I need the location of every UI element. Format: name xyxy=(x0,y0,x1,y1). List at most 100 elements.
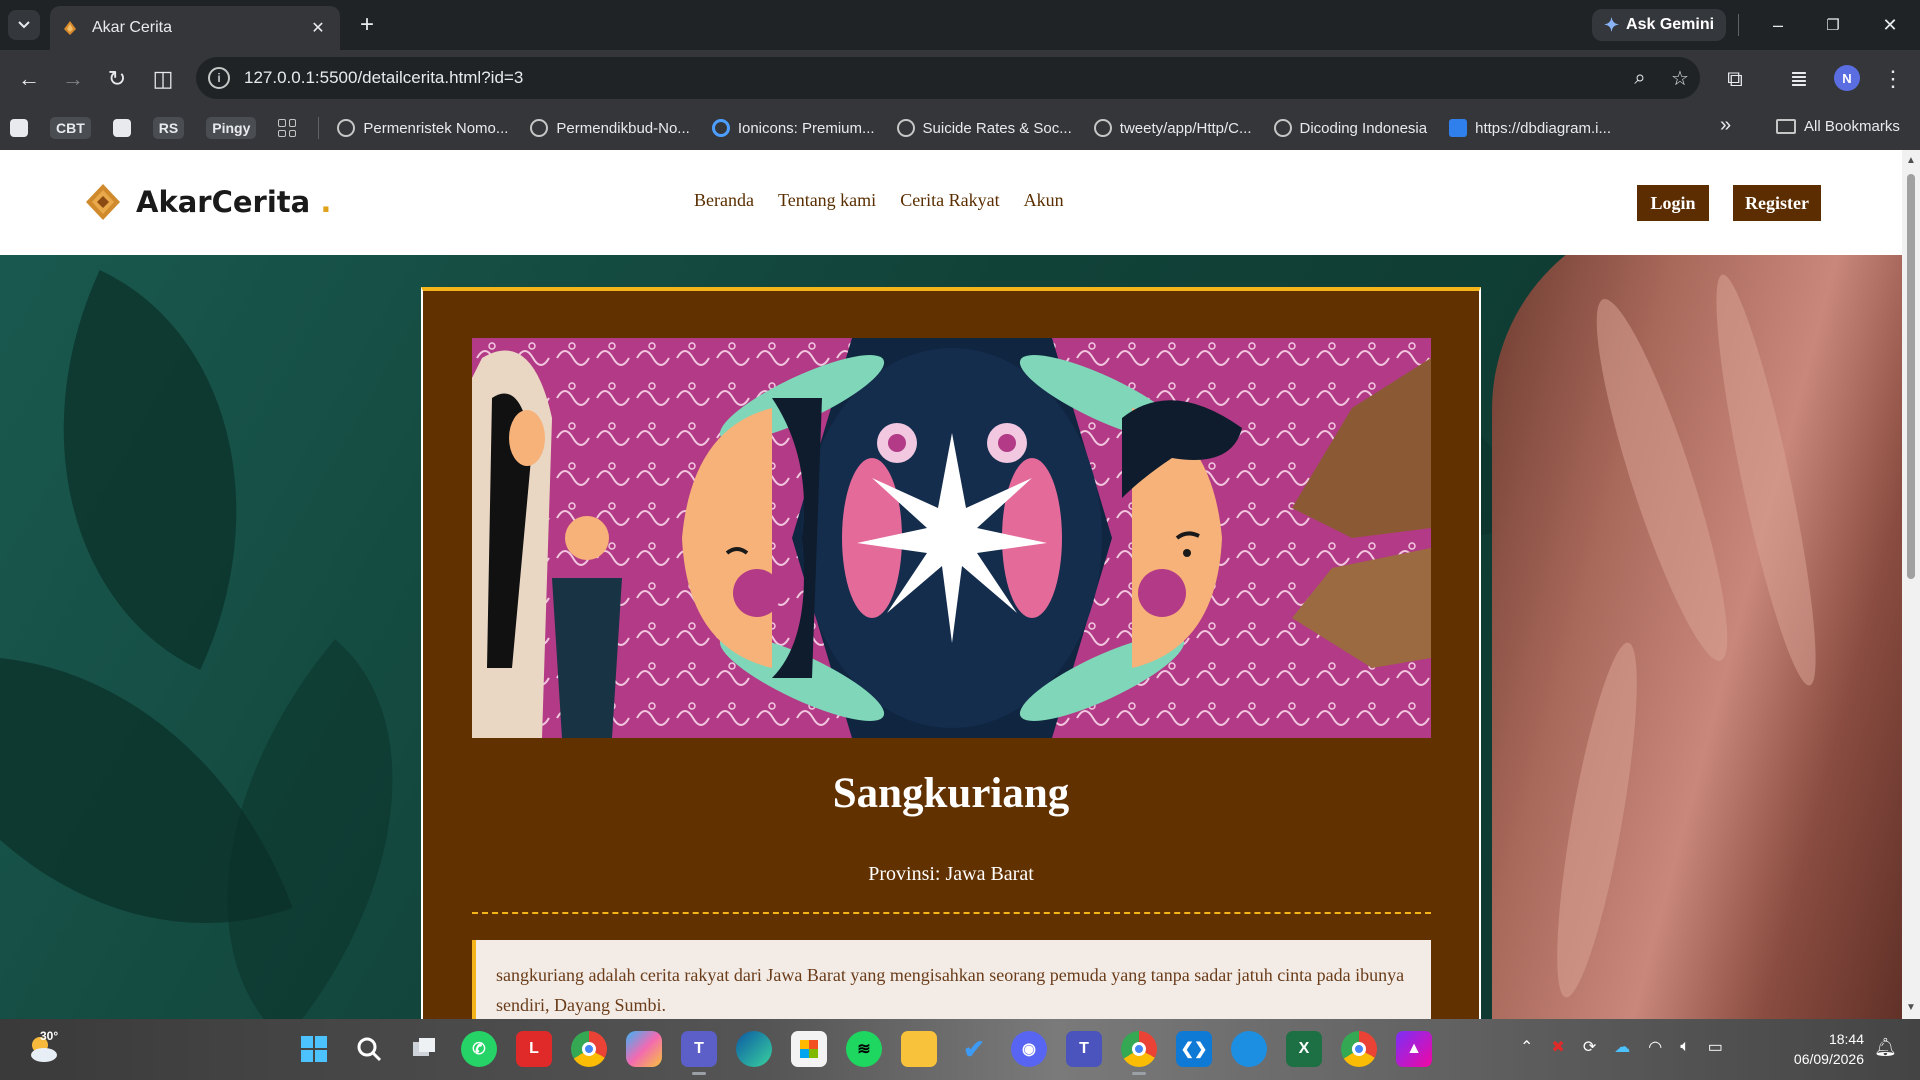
bookmark-star-icon[interactable]: ☆ xyxy=(1660,66,1700,91)
bookmark-page-icon xyxy=(10,119,28,137)
bookmark-pingy[interactable]: Pingy xyxy=(206,117,257,139)
split-view-button[interactable]: ◫ xyxy=(148,64,178,94)
extensions-icon[interactable]: ⧉ xyxy=(1720,64,1750,94)
task-view-icon[interactable] xyxy=(406,1031,442,1067)
reload-button[interactable]: ↻ xyxy=(102,64,132,94)
affinity-icon[interactable]: ▲ xyxy=(1396,1031,1432,1067)
discord-icon[interactable]: ◉ xyxy=(1011,1031,1047,1067)
onedrive-cloud-icon[interactable]: ☁ xyxy=(1614,1037,1630,1057)
tab-title: Akar Cerita xyxy=(92,19,173,36)
all-bookmarks-button[interactable]: All Bookmarks xyxy=(1776,118,1900,135)
window-close-button[interactable]: ✕ xyxy=(1870,10,1910,40)
bookmark-permenristek[interactable]: Permenristek Nomo... xyxy=(337,119,508,137)
gemini-sparkle-icon: ✦ xyxy=(1603,14,1620,35)
nav-akun[interactable]: Akun xyxy=(1024,190,1064,211)
bookmark-tweety[interactable]: tweety/app/Http/C... xyxy=(1093,119,1252,137)
bookmark-dicoding[interactable]: Dicoding Indonesia xyxy=(1273,119,1427,137)
page-scrollbar[interactable]: ▲ ▼ xyxy=(1902,150,1920,1019)
address-bar-url[interactable]: 127.0.0.1:5500/detailcerita.html?id=3 xyxy=(244,68,1620,88)
bookmarks-bar: CBT RS Pingy Permenristek Nomo... Permen… xyxy=(0,106,1920,150)
ask-gemini-label: Ask Gemini xyxy=(1626,16,1715,33)
bookmark-dbdiagram[interactable]: https://dbdiagram.i... xyxy=(1449,119,1611,137)
chrome-icon[interactable] xyxy=(571,1031,607,1067)
file-explorer-icon[interactable] xyxy=(901,1031,937,1067)
akarcerita-logo-icon xyxy=(86,184,120,220)
site-header: AkarCerita . Beranda Tentang kami Cerita… xyxy=(0,150,1902,255)
browser-toolbar: ← → ↻ ◫ i 127.0.0.1:5500/detailcerita.ht… xyxy=(0,50,1920,106)
globe-icon xyxy=(896,119,915,137)
windows-start-icon[interactable] xyxy=(296,1031,332,1067)
scroll-down-arrow-icon[interactable]: ▼ xyxy=(1906,1003,1916,1013)
media-controls-icon[interactable]: ≣ xyxy=(1784,64,1814,94)
page-viewport: AkarCerita . Beranda Tentang kami Cerita… xyxy=(0,150,1902,1019)
l-app-icon[interactable]: L xyxy=(516,1031,552,1067)
bookmark-apps[interactable] xyxy=(278,119,297,137)
bookmarks-overflow-button[interactable]: » xyxy=(1720,114,1731,137)
bookmark-blank-2[interactable] xyxy=(112,119,131,137)
volume-icon[interactable]: 🔈︎ xyxy=(1680,1038,1690,1056)
back-button[interactable]: ← xyxy=(14,64,44,94)
bookmark-rs[interactable]: RS xyxy=(152,117,185,139)
browser-tab-active[interactable]: Akar Cerita ✕ xyxy=(50,6,340,50)
story-detail-card: Sangkuriang Provinsi: Jawa Barat sangkur… xyxy=(421,287,1481,1019)
chrome-2-icon[interactable] xyxy=(1341,1031,1377,1067)
notification-bell-icon[interactable]: 🔔︎ xyxy=(1874,1037,1897,1058)
login-button[interactable]: Login xyxy=(1637,185,1709,221)
excel-icon[interactable]: X xyxy=(1286,1031,1322,1067)
battery-icon[interactable]: ▭ xyxy=(1708,1037,1723,1057)
system-clock[interactable]: 18:44 06/09/2026 xyxy=(1784,1029,1864,1069)
ionicons-icon xyxy=(711,119,730,137)
scrollbar-thumb[interactable] xyxy=(1907,174,1915,579)
search-icon[interactable] xyxy=(351,1031,387,1067)
window-minimize-button[interactable]: – xyxy=(1758,10,1798,40)
story-province: Provinsi: Jawa Barat xyxy=(868,863,1034,885)
zoom-icon[interactable]: ⌕ xyxy=(1620,67,1660,90)
blue-app-icon[interactable] xyxy=(1231,1031,1267,1067)
vscode-icon[interactable]: ❮❯ xyxy=(1176,1031,1212,1067)
todo-check-icon[interactable]: ✔ xyxy=(956,1031,992,1067)
logo-text: AkarCerita . xyxy=(136,185,332,219)
scroll-up-arrow-icon[interactable]: ▲ xyxy=(1906,156,1916,166)
bookmark-ionicons[interactable]: Ionicons: Premium... xyxy=(711,119,875,137)
site-logo[interactable]: AkarCerita . xyxy=(82,182,331,222)
tab-close-icon[interactable]: ✕ xyxy=(308,18,328,38)
edge-icon[interactable] xyxy=(736,1031,772,1067)
tray-sync-icon[interactable]: ⟳ xyxy=(1583,1037,1596,1057)
bookmark-suicide-rates[interactable]: Suicide Rates & Soc... xyxy=(896,119,1072,137)
copilot-icon[interactable] xyxy=(626,1031,662,1067)
new-tab-button[interactable]: + xyxy=(352,10,382,40)
nav-cerita-rakyat[interactable]: Cerita Rakyat xyxy=(900,190,999,211)
globe-icon xyxy=(1093,119,1112,137)
clock-time: 18:44 xyxy=(1828,1031,1864,1047)
ask-gemini-button[interactable]: ✦ Ask Gemini xyxy=(1592,9,1726,41)
spotify-icon[interactable]: ≋ xyxy=(846,1031,882,1067)
bookmark-blank-1[interactable] xyxy=(10,119,28,137)
globe-icon xyxy=(1273,119,1292,137)
address-bar[interactable]: i 127.0.0.1:5500/detailcerita.html?id=3 … xyxy=(196,57,1700,99)
tray-antivirus-icon[interactable]: ✖ xyxy=(1551,1037,1564,1057)
bookmark-cbt[interactable]: CBT xyxy=(50,117,91,139)
system-tray: ⌃ ✖ ⟳ ☁ ◠ 🔈︎ ▭ xyxy=(1520,1037,1723,1057)
tray-overflow-chevron-icon[interactable]: ⌃ xyxy=(1520,1037,1533,1057)
bookmark-permendikbud[interactable]: Permendikbud-No... xyxy=(530,119,690,137)
clock-date: 06/09/2026 xyxy=(1793,1051,1864,1067)
windows-taskbar: 30° ✆ L T ≋ ✔ ◉ T ❮❯ X ▲ ⌃ ✖ ⟳ ☁ ◠ 🔈︎ ▭ … xyxy=(0,1019,1920,1080)
teams-icon[interactable]: T xyxy=(681,1031,717,1075)
nav-tentang-kami[interactable]: Tentang kami xyxy=(778,190,876,211)
bookmark-page-icon xyxy=(112,119,131,137)
tab-search-button[interactable] xyxy=(8,10,40,40)
profile-avatar[interactable]: N xyxy=(1834,65,1860,91)
forward-button[interactable]: → xyxy=(58,64,88,94)
window-restore-button[interactable]: ❐ xyxy=(1813,10,1853,40)
register-button[interactable]: Register xyxy=(1733,185,1821,221)
globe-icon xyxy=(530,119,549,137)
wifi-icon[interactable]: ◠ xyxy=(1648,1037,1662,1057)
nav-beranda[interactable]: Beranda xyxy=(694,190,754,211)
chrome-profile-icon[interactable] xyxy=(1121,1031,1157,1075)
microsoft-store-icon[interactable] xyxy=(791,1031,827,1067)
site-info-icon[interactable]: i xyxy=(208,67,230,89)
browser-menu-icon[interactable]: ⋮ xyxy=(1878,64,1908,94)
story-title: Sangkuriang xyxy=(832,770,1070,817)
teams-classic-icon[interactable]: T xyxy=(1066,1031,1102,1067)
whatsapp-icon[interactable]: ✆ xyxy=(461,1031,497,1067)
